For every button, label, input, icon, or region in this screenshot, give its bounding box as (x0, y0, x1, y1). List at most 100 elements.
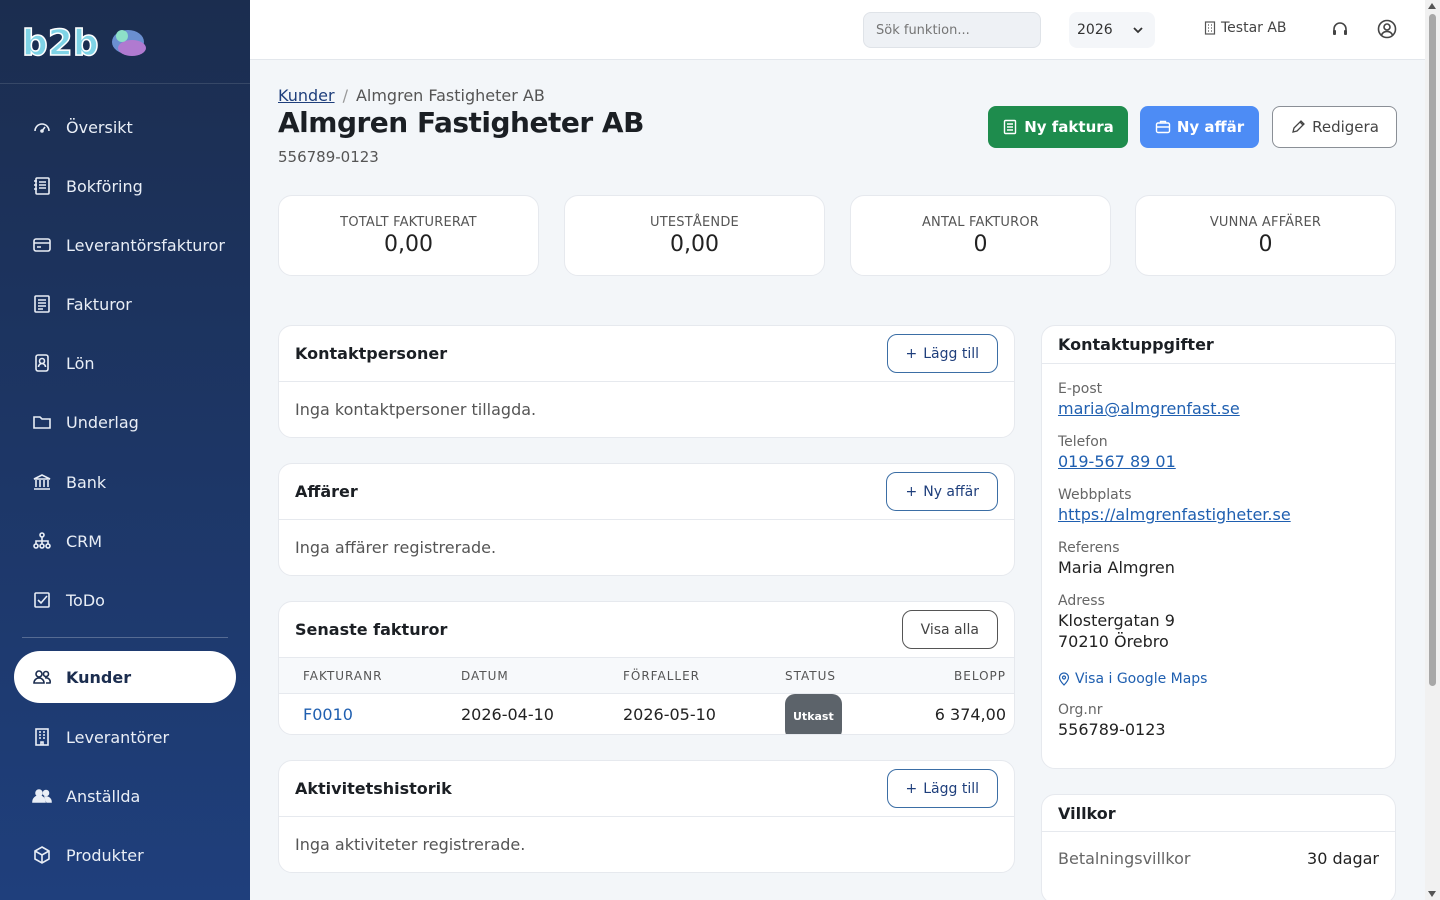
recent-invoices-card: Senaste fakturor Visa alla FAKTURANR DAT… (278, 601, 1015, 735)
phone-link[interactable]: 019-567 89 01 (1058, 452, 1176, 471)
sidebar-item-lon[interactable]: Lön (14, 337, 236, 389)
new-deal-card-label: Ny affär (923, 483, 979, 500)
org-nr-value: 556789-0123 (1058, 720, 1166, 739)
year-select[interactable]: 2026 (1069, 12, 1155, 48)
sidebar-item-bank[interactable]: Bank (14, 456, 236, 508)
sidebar-item-label: Anställda (66, 786, 141, 806)
deals-card: Affärer + Ny affär Inga affärer registre… (278, 463, 1015, 576)
invoice-icon (32, 294, 52, 314)
show-all-label: Visa alla (920, 621, 979, 638)
sidebar-item-label: Leverantörsfakturor (66, 235, 225, 255)
sidebar-item-bokforing[interactable]: Bokföring (14, 160, 236, 212)
scroll-thumb[interactable] (1429, 14, 1436, 686)
email-link[interactable]: maria@almgrenfast.se (1058, 399, 1240, 418)
phone-block: Telefon 019-567 89 01 (1058, 434, 1176, 471)
checkbox-icon (32, 590, 52, 610)
sidebar-item-underlag[interactable]: Underlag (14, 396, 236, 448)
new-invoice-button[interactable]: Ny faktura (988, 106, 1128, 148)
edit-button[interactable]: Redigera (1272, 106, 1397, 148)
reference-value: Maria Almgren (1058, 558, 1175, 577)
sidebar-item-fakturor[interactable]: Fakturor (14, 278, 236, 330)
sidebar-item-leverantorer[interactable]: Leverantörer (14, 711, 236, 763)
reference-block: Referens Maria Almgren (1058, 540, 1175, 577)
col-date: DATUM (461, 669, 509, 683)
google-maps-link[interactable]: Visa i Google Maps (1058, 671, 1207, 687)
pencil-icon (1292, 120, 1306, 133)
table-row[interactable]: F0010 2026-04-10 2026-05-10 Utkast 6 374… (279, 694, 1014, 734)
contact-persons-card: Kontaktpersoner + Lägg till Inga kontakt… (278, 325, 1015, 438)
scroll-down-arrow-icon[interactable] (1428, 891, 1436, 897)
search-input[interactable] (863, 12, 1041, 48)
plus-icon: + (905, 483, 918, 500)
invoice-icon (1004, 119, 1017, 135)
company-selector[interactable]: Testar AB (1204, 20, 1287, 36)
plus-icon: + (905, 780, 918, 797)
salary-icon (32, 353, 52, 373)
sidebar-item-label: Leverantörer (66, 727, 170, 747)
page-title: Almgren Fastigheter AB (278, 106, 644, 139)
website-link[interactable]: https://almgrenfastigheter.se (1058, 505, 1291, 524)
reference-label: Referens (1058, 540, 1120, 556)
sidebar-item-label: Produkter (66, 845, 144, 865)
user-account-icon[interactable] (1376, 18, 1398, 40)
stat-value: 0 (973, 232, 988, 257)
status-cell: Utkast (785, 694, 842, 734)
contact-details-card: Kontaktuppgifter E-post maria@almgrenfas… (1041, 325, 1396, 769)
sidebar-item-anstallda[interactable]: Anställda (14, 770, 236, 822)
sidebar-item-produkter[interactable]: Produkter (14, 829, 236, 881)
stat-value: 0,00 (670, 232, 719, 257)
logo[interactable]: b2b (0, 0, 250, 84)
sidebar-item-label: ToDo (66, 590, 105, 610)
page-scrollbar[interactable] (1425, 0, 1440, 900)
breadcrumb-link-kunder[interactable]: Kunder (278, 86, 335, 105)
org-number: 556789-0123 (278, 148, 379, 166)
stat-outstanding: UTESTÅENDE 0,00 (564, 195, 825, 276)
sidebar-item-todo[interactable]: ToDo (14, 574, 236, 626)
sidebar-item-oversikt[interactable]: Översikt (14, 101, 236, 153)
address-label: Adress (1058, 593, 1105, 609)
new-deal-card-button[interactable]: + Ny affär (886, 472, 998, 511)
website-label: Webbplats (1058, 487, 1132, 503)
invoice-due-date: 2026-05-10 (623, 705, 716, 724)
empty-message: Inga aktiviteter registrerade. (295, 835, 526, 854)
card-header: Villkor (1042, 795, 1395, 832)
sidebar-item-label: CRM (66, 531, 103, 551)
show-all-button[interactable]: Visa alla (901, 610, 998, 649)
org-nr-label: Org.nr (1058, 702, 1103, 718)
dashboard-icon (32, 117, 52, 137)
stat-label: ANTAL FAKTUROR (921, 215, 1040, 230)
sidebar-item-crm[interactable]: CRM (14, 515, 236, 567)
year-value: 2026 (1077, 22, 1113, 38)
topbar: 2026 Testar AB (250, 0, 1425, 60)
stat-label: UTESTÅENDE (650, 215, 739, 230)
breadcrumb-separator: / (342, 86, 348, 105)
stat-label: TOTALT FAKTURERAT (340, 215, 477, 230)
nav-divider (22, 637, 228, 638)
building-icon (1204, 21, 1216, 35)
add-activity-button[interactable]: + Lägg till (886, 769, 998, 808)
terms-card: Villkor Betalningsvillkor 30 dagar (1041, 794, 1396, 900)
new-deal-label: Ny affär (1176, 118, 1245, 136)
add-activity-label: Lägg till (923, 780, 979, 797)
scroll-up-arrow-icon[interactable] (1428, 3, 1436, 9)
email-label: E-post (1058, 381, 1103, 397)
new-invoice-label: Ny faktura (1024, 118, 1114, 136)
card-title: Kontaktpersoner (295, 344, 448, 363)
phone-label: Telefon (1058, 434, 1108, 450)
map-pin-icon (1058, 672, 1070, 686)
col-status: STATUS (785, 669, 837, 683)
sidebar-item-kunder[interactable]: Kunder (14, 651, 236, 703)
empty-message: Inga kontaktpersoner tillagda. (295, 400, 537, 419)
svg-text:b2b: b2b (22, 23, 99, 62)
table-header: FAKTURANR DATUM FÖRFALLER STATUS BELOPP (279, 658, 1014, 694)
col-amount: BELOPP (954, 669, 1006, 683)
sidebar-item-leverantorsfakturor[interactable]: Leverantörsfakturor (14, 219, 236, 271)
plus-icon: + (905, 345, 918, 362)
address-line-2: 70210 Örebro (1058, 632, 1169, 651)
new-deal-button[interactable]: Ny affär (1140, 106, 1259, 148)
google-maps-label: Visa i Google Maps (1075, 671, 1208, 687)
invoice-number-link[interactable]: F0010 (303, 694, 353, 734)
add-contact-button[interactable]: + Lägg till (886, 334, 998, 373)
chevron-down-icon (1133, 27, 1143, 34)
headset-icon[interactable] (1329, 18, 1351, 40)
